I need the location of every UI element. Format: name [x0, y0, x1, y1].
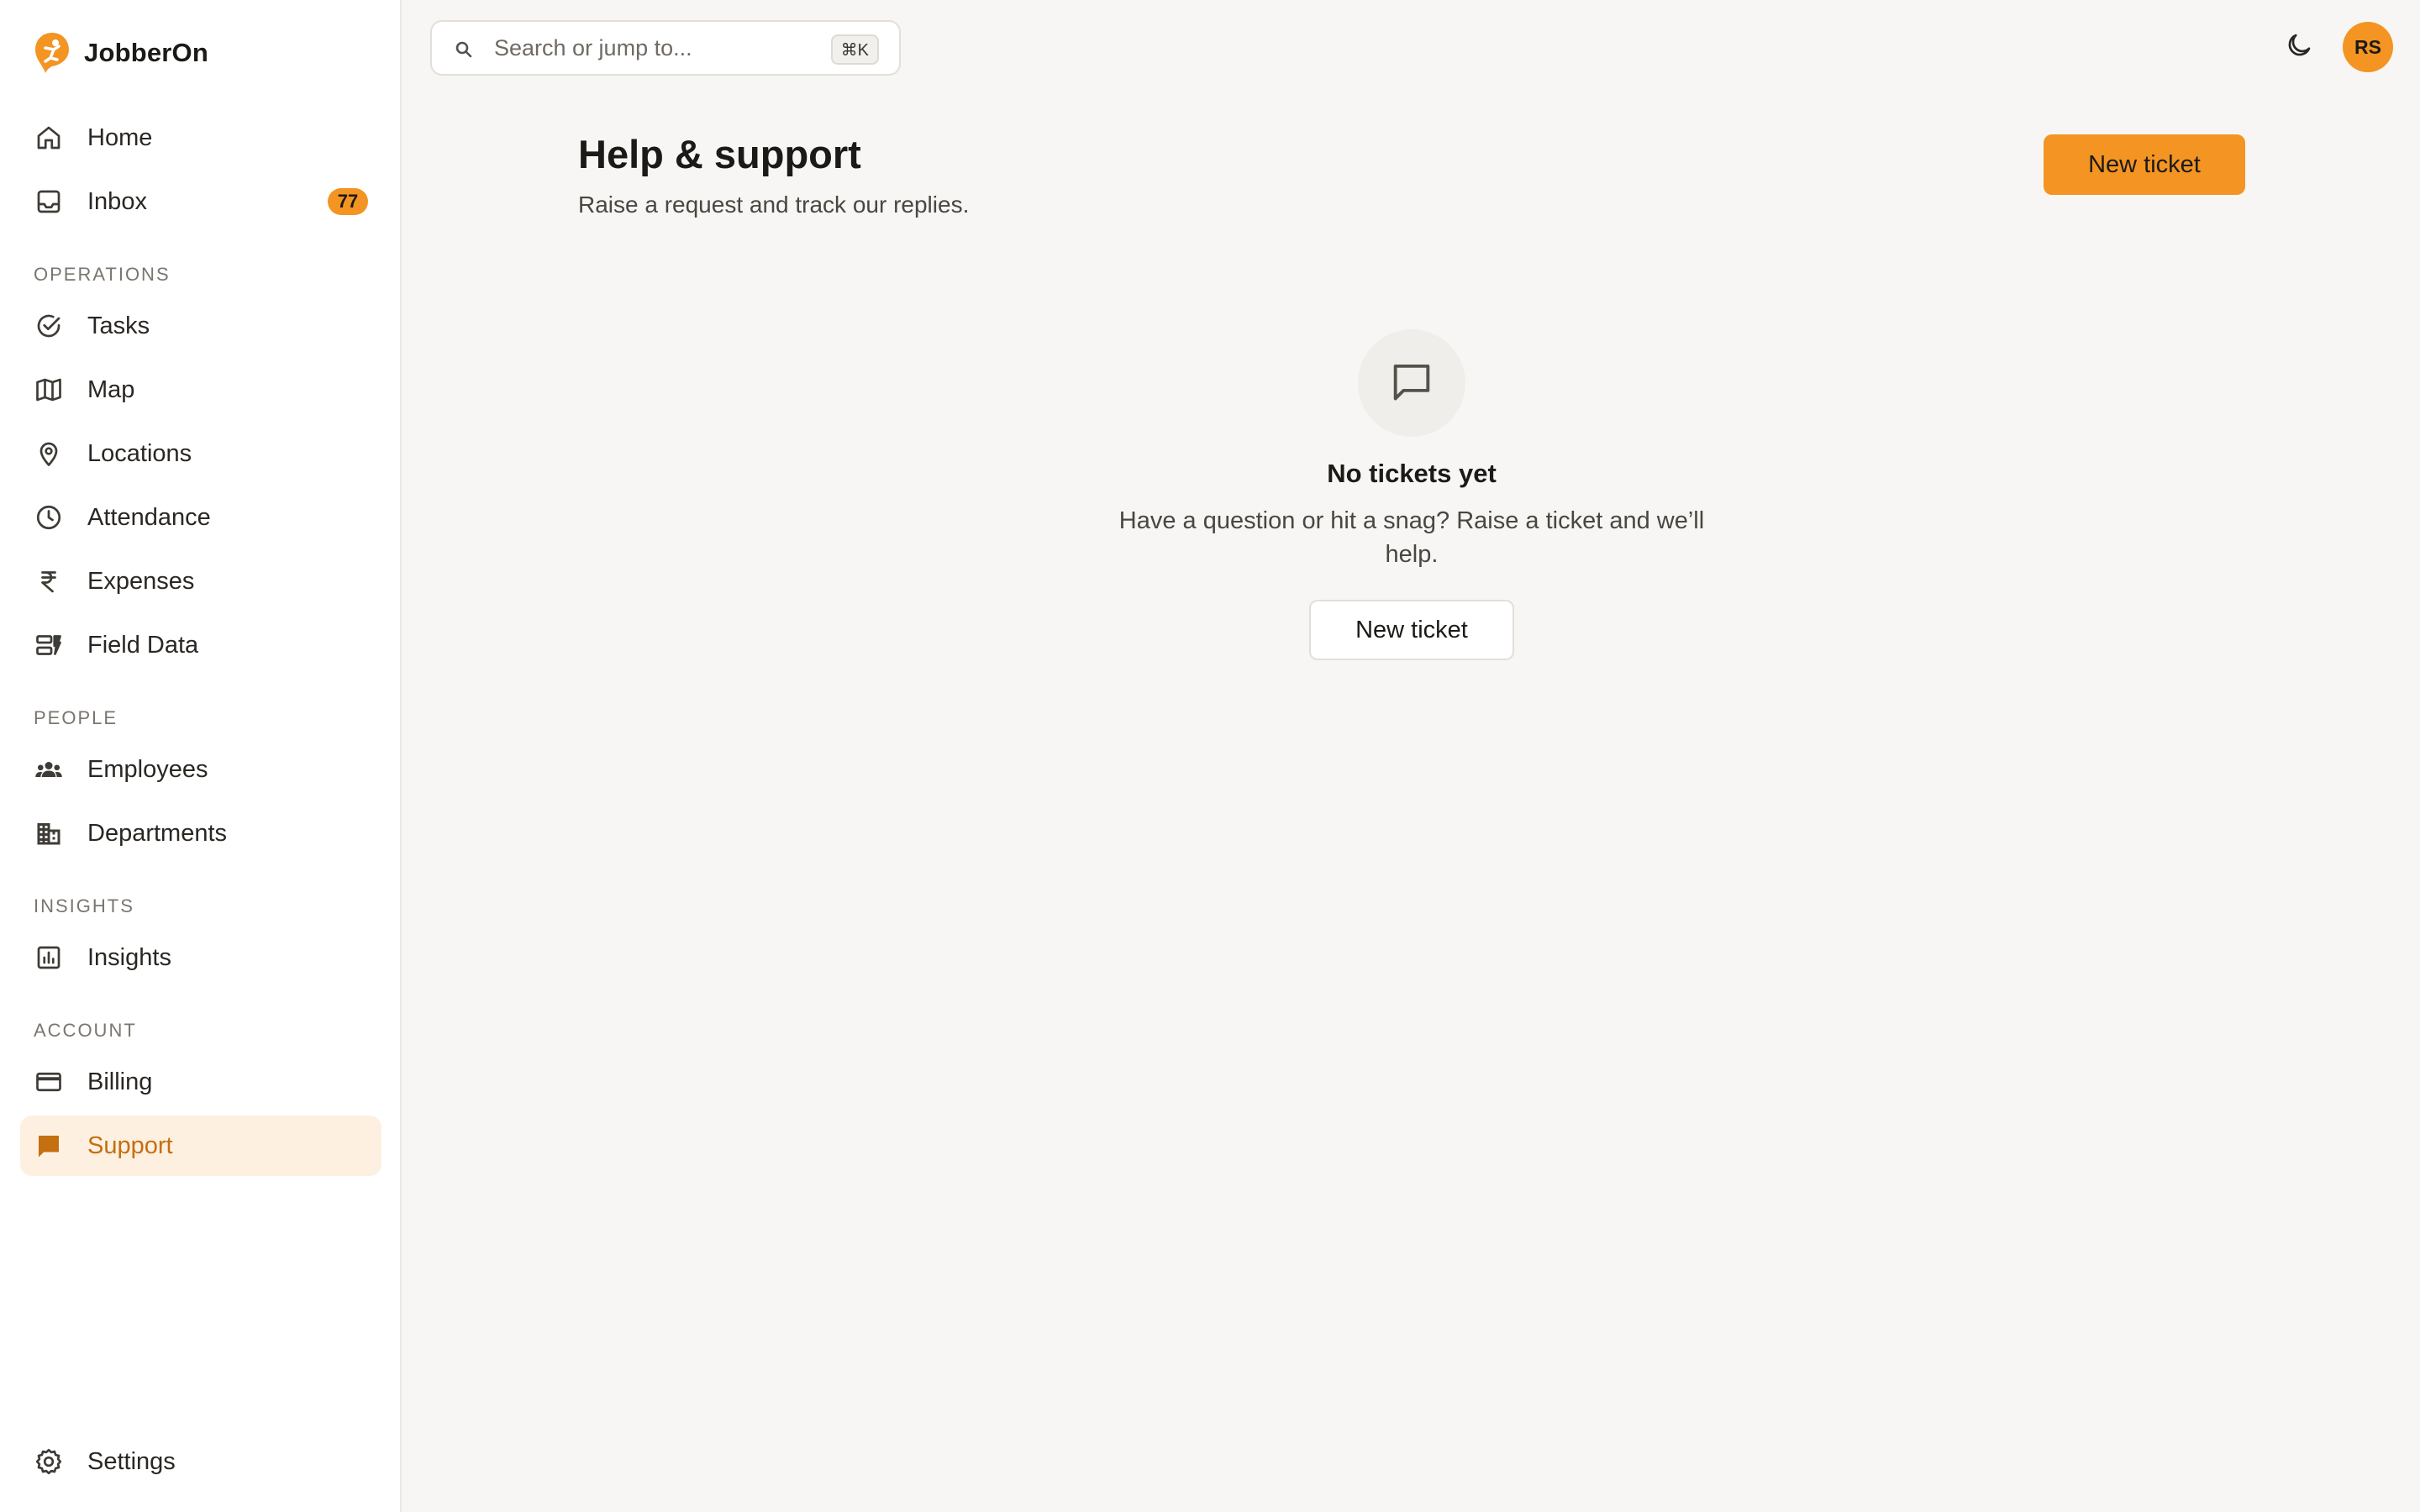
new-ticket-button[interactable]: New ticket — [2044, 134, 2245, 195]
sidebar-item-tasks[interactable]: Tasks — [20, 296, 381, 356]
section-label-insights: INSIGHTS — [34, 895, 134, 916]
rupee-icon — [34, 566, 64, 596]
search-shortcut-hint: ⌘K — [830, 34, 879, 65]
building-icon — [34, 818, 64, 848]
sidebar-item-inbox[interactable]: Inbox 77 — [20, 171, 381, 232]
sidebar-item-label: Inbox — [87, 187, 147, 215]
sidebar-item-label: Home — [87, 123, 153, 151]
sidebar-item-billing[interactable]: Billing — [20, 1052, 381, 1112]
inbox-count-badge: 77 — [328, 188, 368, 215]
sidebar: JobberOn Home Inbox 77 OPERATIONS Tasks — [0, 0, 402, 1512]
sidebar-item-settings[interactable]: Settings — [20, 1431, 381, 1492]
location-pin-icon — [34, 438, 64, 469]
sidebar-item-label: Employees — [87, 755, 208, 783]
section-label-account: ACCOUNT — [34, 1020, 137, 1041]
people-icon — [34, 754, 64, 785]
page-title: Help & support — [578, 132, 861, 176]
empty-state-new-ticket-button[interactable]: New ticket — [1309, 600, 1514, 660]
sidebar-item-label: Departments — [87, 819, 228, 847]
sidebar-item-departments[interactable]: Departments — [20, 803, 381, 864]
sidebar-item-map[interactable]: Map — [20, 360, 381, 420]
sidebar-item-expenses[interactable]: Expenses — [20, 551, 381, 612]
sidebar-item-attendance[interactable]: Attendance — [20, 487, 381, 548]
sidebar-item-label: Expenses — [87, 567, 195, 595]
empty-state-title: No tickets yet — [1327, 459, 1497, 488]
field-data-icon — [34, 630, 64, 660]
page-subtitle: Raise a request and track our replies. — [578, 192, 970, 218]
empty-state-icon — [1358, 329, 1465, 437]
search-input[interactable]: Search or jump to... ⌘K — [430, 20, 901, 76]
sidebar-item-label: Support — [87, 1131, 173, 1159]
moon-icon — [2284, 34, 2314, 64]
brand[interactable]: JobberOn — [34, 30, 208, 76]
sidebar-item-label: Map — [87, 375, 135, 403]
sidebar-item-label: Billing — [87, 1068, 153, 1095]
sidebar-item-field-data[interactable]: Field Data — [20, 615, 381, 675]
sidebar-item-home[interactable]: Home — [20, 108, 381, 168]
section-label-operations: OPERATIONS — [34, 264, 171, 285]
sidebar-item-locations[interactable]: Locations — [20, 423, 381, 484]
home-icon — [34, 123, 64, 153]
search-placeholder: Search or jump to... — [494, 34, 692, 60]
section-label-people: PEOPLE — [34, 707, 118, 728]
clock-icon — [34, 502, 64, 533]
theme-toggle-button[interactable] — [2284, 30, 2319, 66]
bar-chart-icon — [34, 942, 64, 973]
sidebar-item-label: Locations — [87, 439, 192, 467]
sidebar-item-label: Insights — [87, 943, 171, 971]
sidebar-item-employees[interactable]: Employees — [20, 739, 381, 800]
brand-logo-icon — [35, 33, 69, 73]
sidebar-item-support[interactable]: Support — [20, 1116, 381, 1176]
avatar[interactable]: RS — [2343, 22, 2393, 72]
gear-icon — [34, 1446, 64, 1477]
app-root: JobberOn Home Inbox 77 OPERATIONS Tasks — [0, 0, 2420, 1512]
chat-icon — [34, 1131, 64, 1161]
brand-name: JobberOn — [84, 38, 209, 67]
map-icon — [34, 375, 64, 405]
sidebar-item-label: Attendance — [87, 503, 211, 531]
empty-state-description: Have a question or hit a snag? Raise a t… — [1118, 507, 1705, 568]
inbox-icon — [34, 186, 64, 217]
chat-icon — [1387, 357, 1436, 410]
sidebar-item-label: Settings — [87, 1447, 176, 1475]
search-icon — [454, 39, 474, 60]
check-circle-icon — [34, 311, 64, 341]
credit-card-icon — [34, 1067, 64, 1097]
sidebar-item-label: Field Data — [87, 631, 199, 659]
sidebar-item-insights[interactable]: Insights — [20, 927, 381, 988]
sidebar-item-label: Tasks — [87, 312, 150, 339]
